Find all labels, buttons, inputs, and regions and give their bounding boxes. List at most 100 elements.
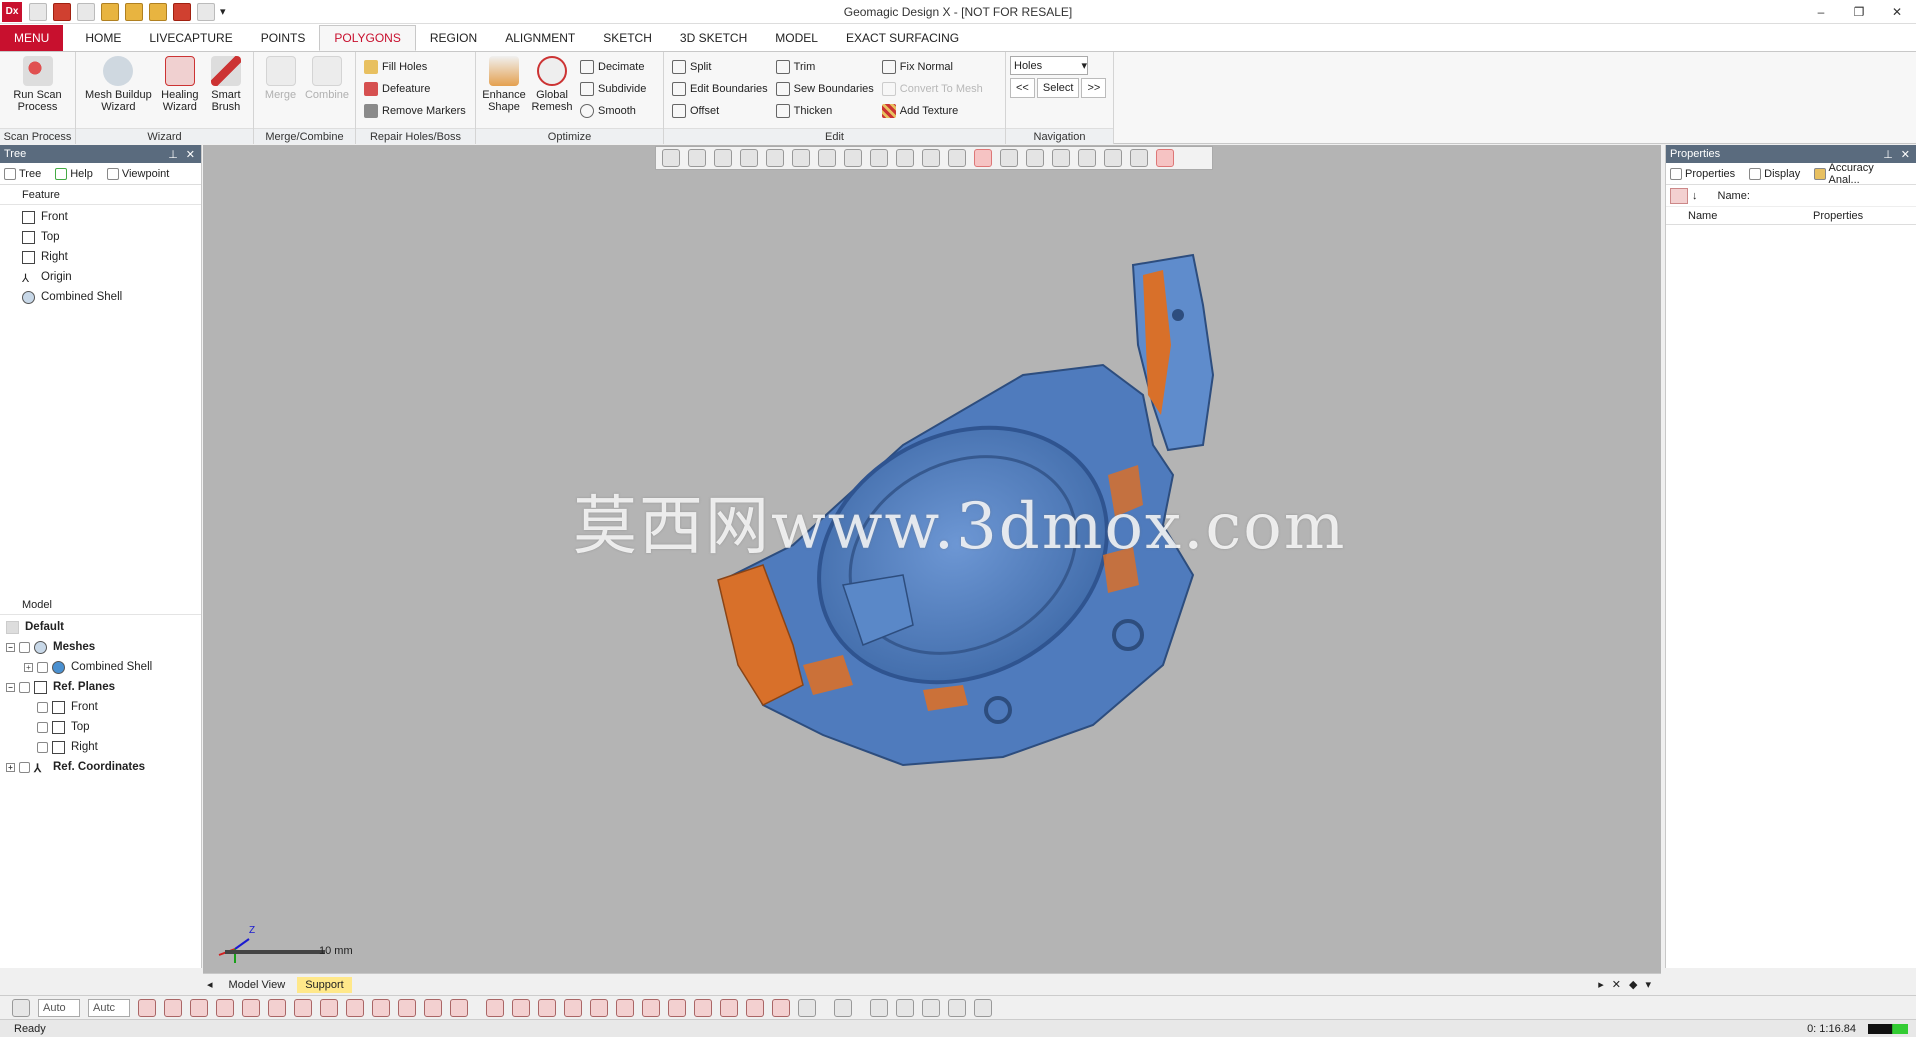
undo-icon[interactable] — [173, 2, 191, 21]
model-item-default[interactable]: Default — [6, 617, 201, 637]
show-3dsketch-icon[interactable] — [642, 998, 660, 1017]
snap-mode-combo[interactable]: Autc — [88, 998, 130, 1017]
tab-support[interactable]: Support — [297, 976, 352, 993]
sew-boundaries-button[interactable]: Sew Boundaries — [775, 78, 874, 100]
split-button[interactable]: Split — [672, 56, 768, 78]
select-coord-icon[interactable] — [450, 998, 468, 1017]
select-filter-icon[interactable] — [12, 998, 30, 1017]
open-folder-icon[interactable] — [101, 2, 119, 21]
model-item-right[interactable]: Right — [6, 737, 201, 757]
subdivide-button[interactable]: Subdivide — [580, 78, 646, 100]
show-dimensions-icon[interactable] — [694, 998, 712, 1017]
feature-item-combined-shell[interactable]: Combined Shell — [22, 287, 201, 307]
mesh-buildup-wizard-button[interactable]: Mesh Buildup Wizard — [82, 56, 155, 113]
fill-holes-button[interactable]: Fill Holes — [364, 56, 466, 78]
visibility-icon[interactable] — [37, 721, 48, 733]
app-logo[interactable]: Dx — [2, 1, 22, 22]
show-solid-icon[interactable] — [590, 998, 608, 1017]
view-menu-icon[interactable]: ▾ — [1645, 978, 1651, 991]
menu-button[interactable]: MENU — [0, 25, 64, 51]
select-axis-icon[interactable] — [424, 998, 442, 1017]
select-mesh-icon[interactable] — [164, 998, 182, 1017]
measure-angle-icon[interactable] — [896, 998, 914, 1017]
show-region-icon[interactable] — [538, 998, 556, 1017]
show-ref-geometry-icon[interactable] — [668, 998, 686, 1017]
enhance-shape-button[interactable]: Enhance Shape — [482, 56, 526, 113]
add-texture-button[interactable]: Add Texture — [881, 100, 983, 122]
select-curve-icon[interactable] — [268, 998, 286, 1017]
feature-item-right[interactable]: Right — [22, 247, 201, 267]
feature-item-origin[interactable]: ⅄ Origin — [22, 267, 201, 287]
open-recent-icon[interactable] — [125, 2, 143, 21]
model-viewport[interactable]: 莫西网www.3dmox.com Z 10 mm — [203, 145, 1661, 973]
tab-tree[interactable]: Tree — [4, 167, 41, 180]
show-points-icon[interactable] — [512, 998, 530, 1017]
next-button[interactable]: >> — [1081, 78, 1107, 98]
model-item-ref-coordinates[interactable]: + ⅄ Ref. Coordinates — [6, 757, 201, 777]
model-item-top[interactable]: Top — [6, 717, 201, 737]
collapse-icon[interactable]: − — [6, 682, 15, 692]
trim-button[interactable]: Trim — [775, 56, 874, 78]
smooth-button[interactable]: Smooth — [580, 100, 646, 122]
visibility-icon[interactable] — [19, 761, 30, 773]
select-region-icon[interactable] — [242, 998, 260, 1017]
tab-alignment[interactable]: ALIGNMENT — [491, 25, 589, 51]
sphere-icon[interactable] — [974, 998, 992, 1017]
save-icon[interactable] — [77, 2, 95, 21]
show-misc-icon[interactable] — [798, 998, 816, 1017]
tab-properties[interactable]: Properties — [1670, 167, 1735, 180]
sort-alpha-icon[interactable]: ↓ — [1692, 190, 1698, 202]
select-vertex-icon[interactable] — [190, 998, 208, 1017]
thicken-button[interactable]: Thicken — [775, 100, 874, 122]
global-remesh-button[interactable]: Global Remesh — [530, 56, 574, 113]
defeature-button[interactable]: Defeature — [364, 78, 466, 100]
scroll-right-icon[interactable]: ▸ — [1598, 978, 1604, 991]
select-body-icon[interactable] — [346, 998, 364, 1017]
categorized-icon[interactable] — [1670, 187, 1688, 204]
export-icon[interactable] — [149, 2, 167, 21]
visibility-icon[interactable] — [19, 641, 30, 653]
show-deviation-icon[interactable] — [746, 998, 764, 1017]
tab-3d-sketch[interactable]: 3D SKETCH — [666, 25, 761, 51]
model-item-meshes[interactable]: − Meshes — [6, 637, 201, 657]
select-point-icon[interactable] — [320, 998, 338, 1017]
tab-accuracy-analyzer[interactable]: Accuracy Anal... — [1814, 162, 1902, 186]
redo-icon[interactable] — [197, 2, 215, 21]
tab-viewpoint[interactable]: Viewpoint — [106, 167, 169, 180]
collapse-icon[interactable]: − — [6, 642, 15, 652]
feature-item-top[interactable]: Top — [22, 227, 201, 247]
show-sketch-icon[interactable] — [616, 998, 634, 1017]
combine-button[interactable]: Combine — [305, 56, 349, 101]
remove-markers-button[interactable]: Remove Markers — [364, 100, 466, 122]
pin-icon[interactable]: ⊥ — [1883, 148, 1893, 161]
visibility-icon[interactable] — [37, 701, 48, 713]
tab-polygons[interactable]: POLYGONS — [319, 25, 416, 51]
tab-points[interactable]: POINTS — [247, 25, 320, 51]
show-surface-icon[interactable] — [564, 998, 582, 1017]
tab-model[interactable]: MODEL — [761, 25, 832, 51]
select-edge-icon[interactable] — [294, 998, 312, 1017]
model-item-ref-planes[interactable]: − Ref. Planes — [6, 677, 201, 697]
tab-sketch[interactable]: SKETCH — [589, 25, 666, 51]
restore-icon[interactable]: ❐ — [1840, 0, 1878, 24]
quick-access-dropdown-icon[interactable]: ▾ — [220, 5, 226, 18]
edit-boundaries-button[interactable]: Edit Boundaries — [672, 78, 768, 100]
select-sketch-icon[interactable] — [398, 998, 416, 1017]
visibility-icon[interactable] — [19, 681, 30, 693]
close-view-icon[interactable]: ✕ — [1612, 978, 1621, 991]
clipboard-icon[interactable] — [834, 998, 852, 1017]
tab-display[interactable]: Display — [1749, 167, 1800, 180]
measure-radius-icon[interactable] — [922, 998, 940, 1017]
tab-exact-surfacing[interactable]: EXACT SURFACING — [832, 25, 973, 51]
model-item-front[interactable]: Front — [6, 697, 201, 717]
show-notes-icon[interactable] — [720, 998, 738, 1017]
tab-help[interactable]: Help — [55, 167, 93, 180]
select-plane-icon[interactable] — [372, 998, 390, 1017]
show-mesh-icon[interactable] — [486, 998, 504, 1017]
offset-button[interactable]: Offset — [672, 100, 768, 122]
new-file-icon[interactable] — [29, 2, 47, 21]
selection-mode-combo[interactable]: Auto — [38, 998, 80, 1017]
visibility-icon[interactable] — [37, 741, 48, 753]
fix-normal-button[interactable]: Fix Normal — [881, 56, 983, 78]
expand-icon[interactable]: + — [6, 762, 15, 772]
